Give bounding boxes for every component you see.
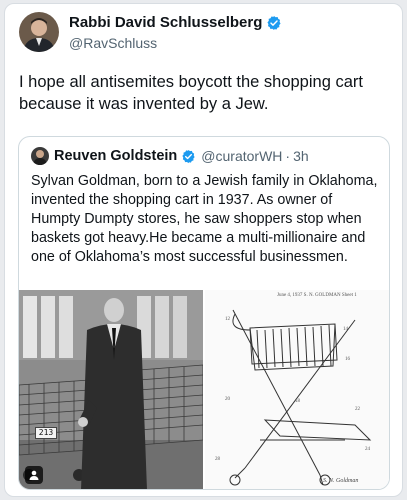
patent-signature: S. N. Goldman [323, 478, 359, 484]
svg-text:24: 24 [365, 447, 371, 452]
author-info: Rabbi David Schlusselberg @RavSchluss [69, 12, 282, 52]
separator-dot: · [285, 148, 291, 164]
quoted-tweet[interactable]: Reuven Goldstein @curatorWH · 3h Sylvan … [18, 136, 390, 490]
cart-number-tag: 213 [35, 427, 57, 439]
svg-text:20: 20 [225, 397, 231, 402]
tweet-header: Rabbi David Schlusselberg @RavSchluss [19, 12, 282, 52]
patent-drawing[interactable]: 12 14 16 20 22 24 28 18 June 4, 1937 S. N. GO… [203, 290, 389, 489]
goldman-photo[interactable]: 213 [19, 290, 203, 489]
quoted-tweet-media: 213 12 14 16 20 22 24 28 18 June 4, 1937… [19, 290, 389, 489]
person-tag-icon[interactable] [25, 466, 43, 484]
verified-badge-icon [266, 15, 282, 31]
quoted-author-avatar[interactable] [31, 147, 49, 165]
svg-text:28: 28 [215, 457, 221, 462]
verified-badge-icon [181, 149, 196, 164]
svg-text:12: 12 [225, 317, 231, 322]
patent-header-text: June 4, 1937 S. N. GOLDMAN Sheet 1 [277, 293, 357, 298]
author-name[interactable]: Rabbi David Schlusselberg [69, 14, 262, 31]
author-avatar[interactable] [19, 12, 59, 52]
quoted-tweet-timestamp[interactable]: 3h [293, 148, 309, 164]
svg-text:14: 14 [343, 327, 349, 332]
quoted-tweet-header: Reuven Goldstein @curatorWH · 3h [31, 147, 309, 165]
quoted-author-name[interactable]: Reuven Goldstein [54, 148, 177, 164]
svg-text:22: 22 [355, 407, 361, 412]
svg-text:16: 16 [345, 357, 351, 362]
quoted-tweet-text: Sylvan Goldman, born to a Jewish family … [31, 173, 378, 265]
tweet-text: I hope all antisemites boycott the shopp… [19, 73, 363, 113]
svg-text:18: 18 [295, 399, 301, 404]
author-handle[interactable]: @RavSchluss [69, 35, 282, 51]
tweet-card[interactable]: Rabbi David Schlusselberg @RavSchluss I … [4, 3, 403, 497]
author-name-row: Rabbi David Schlusselberg [69, 14, 282, 31]
quoted-author-handle[interactable]: @curatorWH [201, 148, 282, 164]
